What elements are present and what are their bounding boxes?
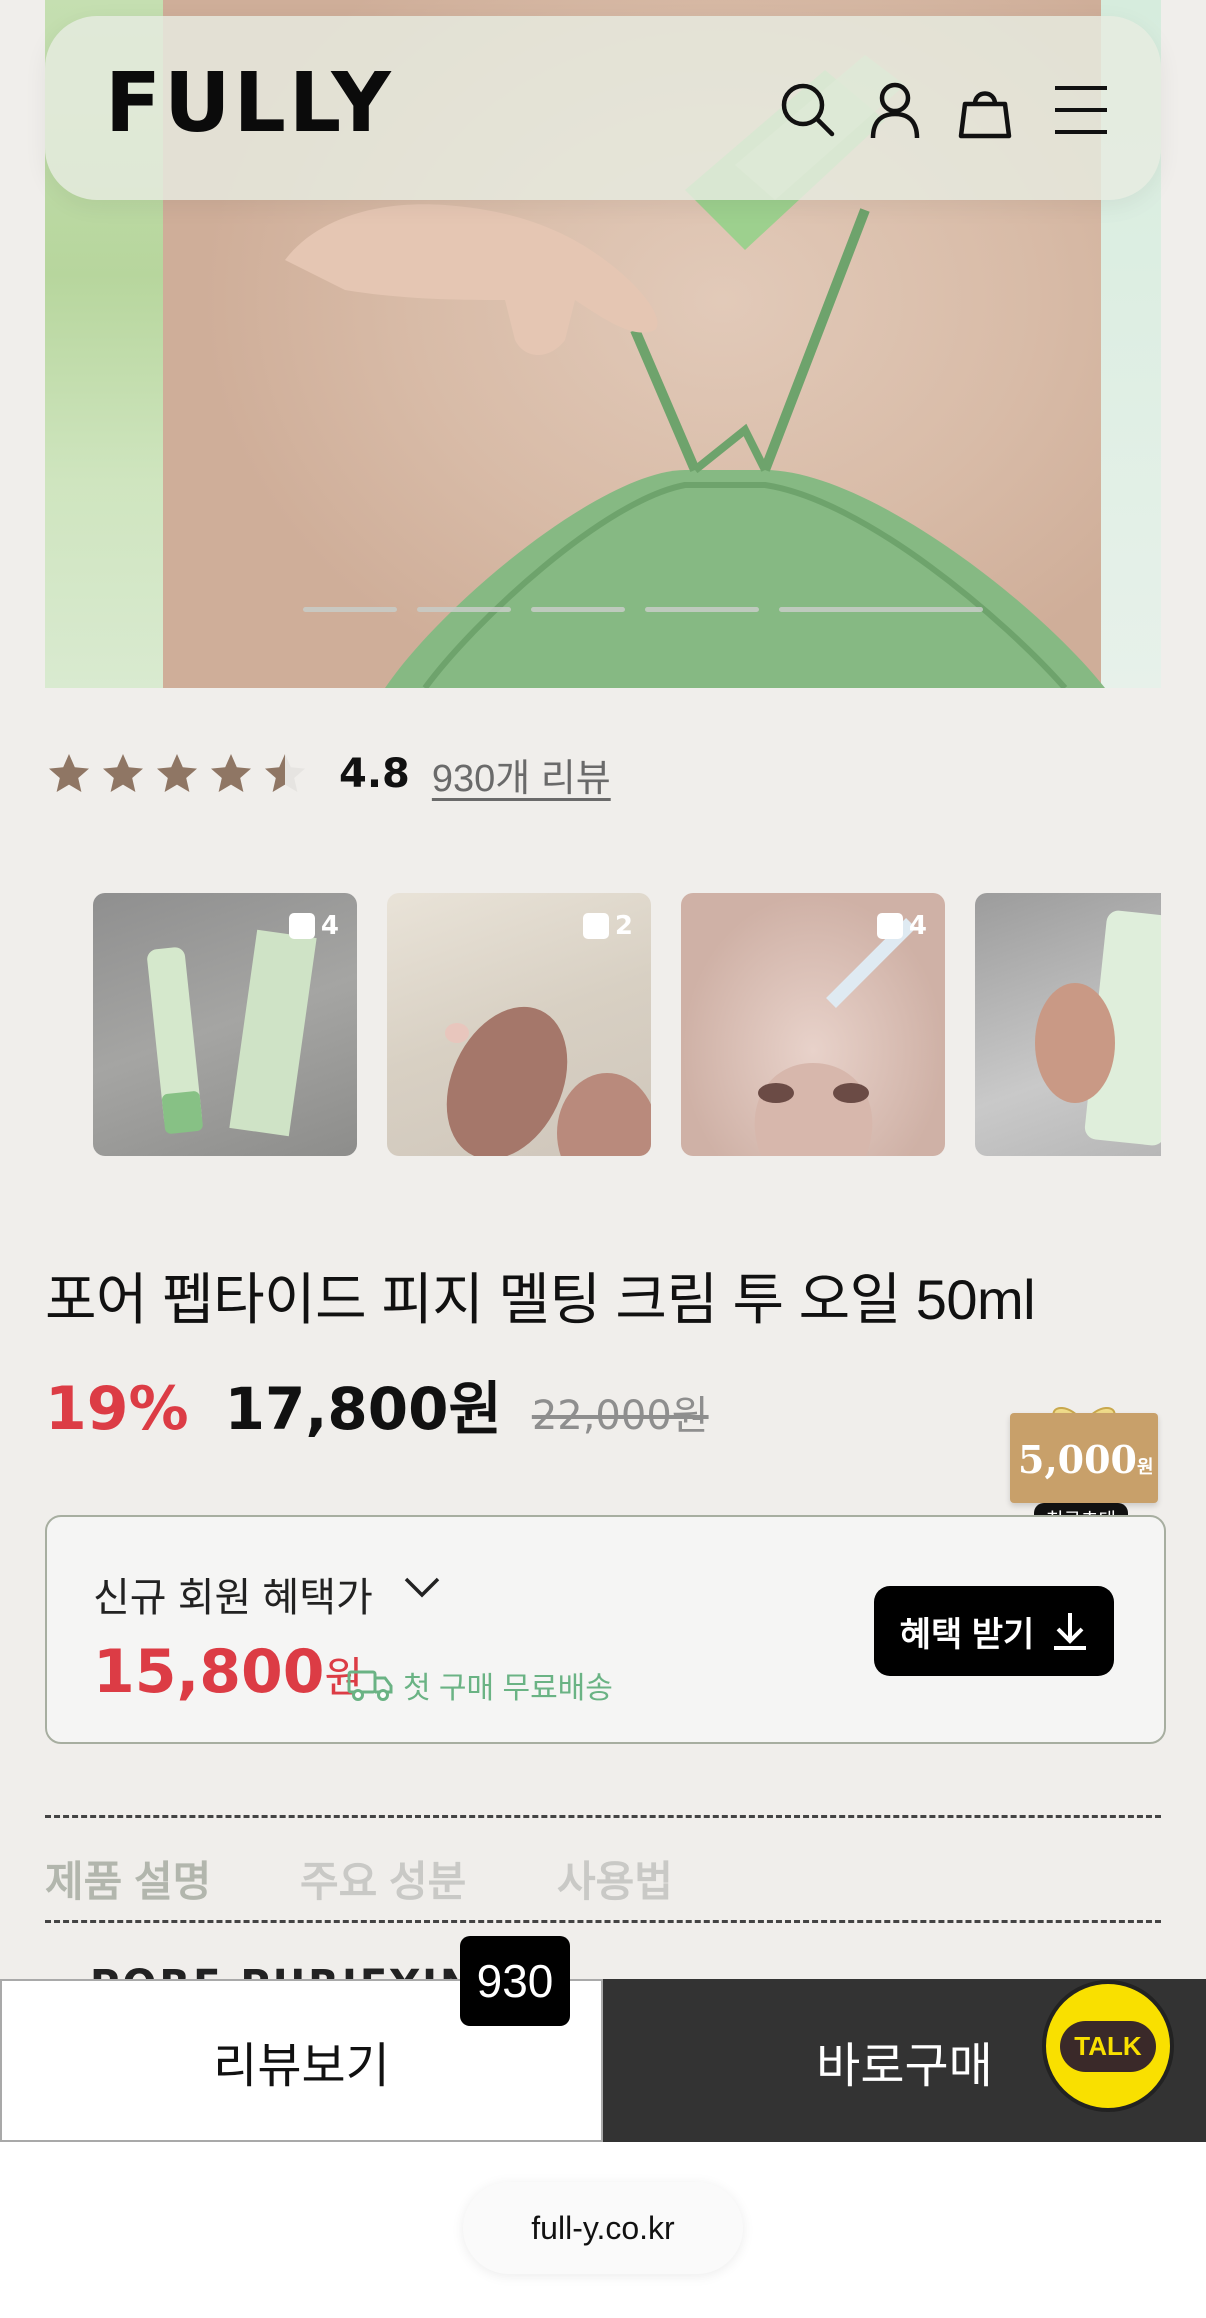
multi-photo-icon [582, 913, 609, 939]
user-icon[interactable] [865, 80, 925, 140]
download-arrow-icon [1054, 1613, 1087, 1650]
menu-icon[interactable] [1051, 80, 1111, 140]
benefit-label[interactable]: 신규 회원 혜택가 [93, 1565, 373, 1623]
original-price: 22,000원 [531, 1393, 709, 1439]
sale-price: 17,800원 [224, 1375, 502, 1443]
brand-logo[interactable]: FULLY [105, 56, 394, 151]
rating-row: 4.8 930개 리뷰 [45, 744, 611, 804]
coupon-unit: 원 [1137, 1457, 1154, 1478]
shopping-bag-icon[interactable] [955, 80, 1015, 140]
discount-rate: 19% [45, 1374, 189, 1444]
talk-bubble: TALK [1060, 2020, 1156, 2072]
review-photo[interactable]: 2 [387, 893, 651, 1156]
bottom-action-bar: 리뷰보기 바로구매 [0, 1979, 1206, 2142]
truck-icon [347, 1670, 393, 1701]
url-bar[interactable]: full-y.co.kr [463, 2182, 743, 2274]
multi-photo-icon [288, 913, 315, 939]
free-shipping-note: 첫 구매 무료배송 [347, 1663, 613, 1707]
star-icon [211, 754, 251, 792]
tab-usage[interactable]: 사용법 [557, 1848, 673, 1909]
get-benefit-label: 혜택 받기 [899, 1615, 1035, 1654]
review-count-badge: 930 [460, 1936, 570, 2026]
review-photo[interactable] [975, 893, 1161, 1156]
review-photo-image [1035, 910, 1161, 1146]
slide-dot[interactable] [417, 607, 511, 612]
star-icon [103, 754, 143, 792]
reviews-link[interactable]: 930개 리뷰 [432, 747, 611, 802]
slide-dot[interactable] [645, 607, 759, 612]
slide-dot-active[interactable] [779, 607, 983, 612]
benefit-price-value: 15,800 [93, 1637, 325, 1707]
review-photo[interactable]: 4 [681, 893, 945, 1156]
coupon-amount-value: 5,000 [1018, 1437, 1137, 1482]
photo-count: 2 [614, 911, 633, 941]
search-icon[interactable] [778, 80, 838, 140]
photo-count-badge: 4 [876, 911, 927, 941]
price-row: 19% 17,800원 22,000원 [45, 1362, 709, 1446]
photo-count-badge: 2 [582, 911, 633, 941]
rating-score: 4.8 [339, 751, 410, 797]
benefit-price: 15,800원 [93, 1637, 363, 1707]
slide-dot[interactable] [531, 607, 625, 612]
member-benefit-box: 신규 회원 혜택가 15,800원 첫 구매 무료배송 혜택 받기 [45, 1515, 1166, 1744]
top-header: FULLY [45, 16, 1161, 200]
star-icon [157, 754, 197, 792]
review-photo-strip[interactable]: 4 2 4 [93, 893, 1161, 1156]
slide-indicators [303, 607, 983, 612]
review-photo[interactable]: 4 [93, 893, 357, 1156]
detail-tabs: 제품 설명 주요 성분 사용법 [45, 1815, 1161, 1923]
photo-count: 4 [908, 911, 927, 941]
coupon-amount: 5,000원 [1018, 1437, 1154, 1482]
friend-invite-coupon[interactable]: 5,000원 친구초대 [1010, 1395, 1158, 1534]
get-benefit-button[interactable]: 혜택 받기 [874, 1586, 1114, 1676]
photo-count: 4 [320, 911, 339, 941]
tab-ingredients[interactable]: 주요 성분 [300, 1848, 466, 1909]
slide-dot[interactable] [303, 607, 397, 612]
star-icon [49, 754, 89, 792]
product-title: 포어 펩타이드 피지 멜팅 크림 투 오일 50ml [45, 1268, 1036, 1331]
star-half-icon [265, 754, 305, 792]
multi-photo-icon [876, 913, 903, 939]
tab-description[interactable]: 제품 설명 [45, 1848, 211, 1909]
rating-stars [45, 750, 309, 798]
free-shipping-text: 첫 구매 무료배송 [403, 1672, 613, 1705]
photo-count-badge: 4 [288, 911, 339, 941]
chevron-down-icon[interactable] [402, 1575, 442, 1601]
kakao-talk-button[interactable]: TALK [1042, 1980, 1174, 2112]
